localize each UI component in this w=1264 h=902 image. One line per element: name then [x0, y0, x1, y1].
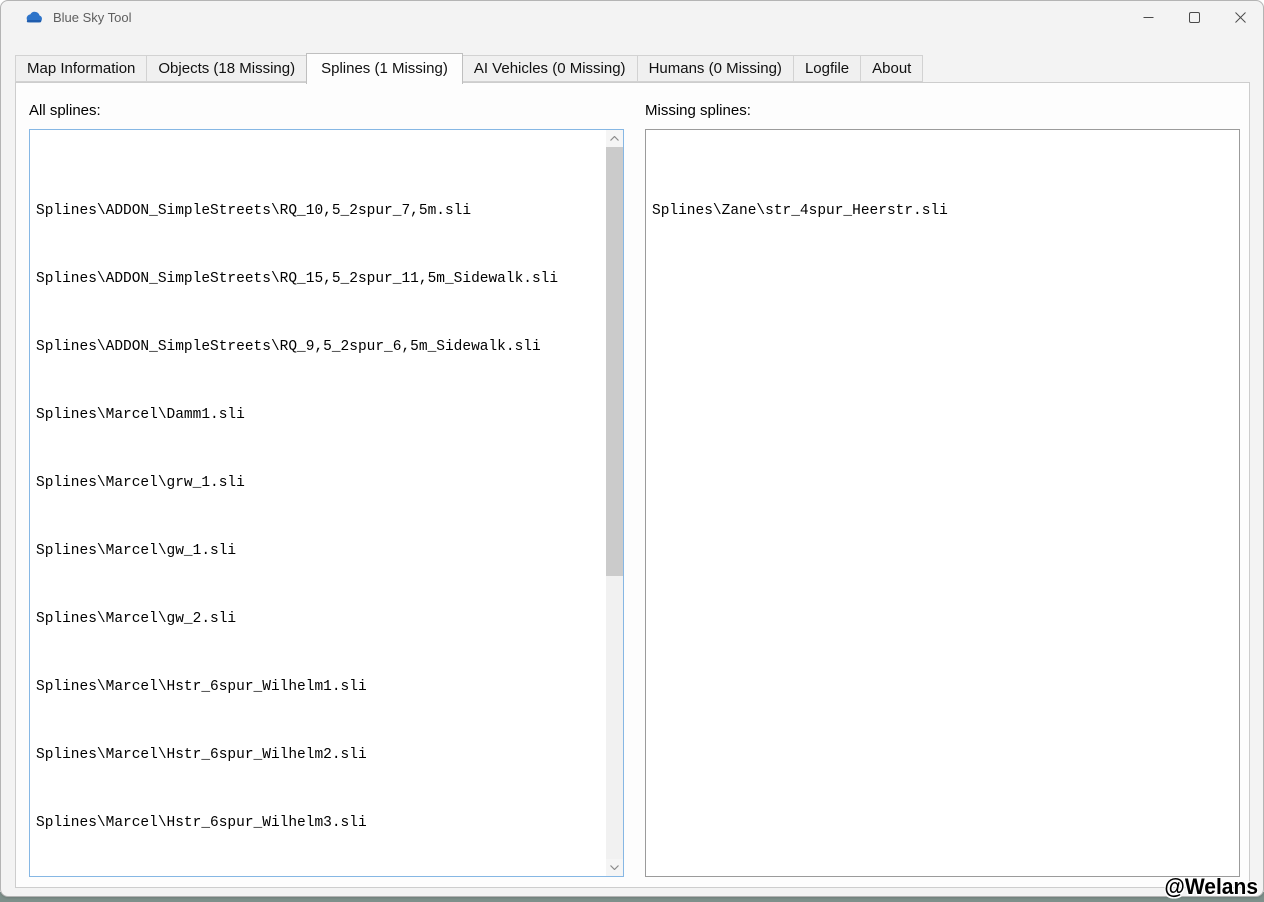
- cloud-app-icon: [26, 11, 42, 23]
- maximize-icon: [1188, 11, 1200, 23]
- tab-label: Map Information: [27, 60, 136, 77]
- scrollbar-down-button[interactable]: [606, 859, 623, 876]
- chevron-up-icon: [610, 136, 619, 141]
- tab-label: Objects (18 Missing): [158, 60, 296, 77]
- list-item[interactable]: Splines\ADDON_SimpleStreets\RQ_15,5_2spu…: [36, 271, 606, 288]
- all-splines-items: Splines\ADDON_SimpleStreets\RQ_10,5_2spu…: [30, 130, 606, 876]
- watermark: @Welans: [1164, 875, 1258, 900]
- minimize-button[interactable]: [1125, 1, 1171, 33]
- list-item[interactable]: Splines\Marcel\Hstr_6spur_Wilhelm2.sli: [36, 747, 606, 764]
- tab-label: AI Vehicles (0 Missing): [473, 60, 626, 77]
- tab-label: About: [872, 60, 912, 77]
- tab-logfile[interactable]: Logfile: [792, 55, 862, 82]
- all-splines-list[interactable]: Splines\ADDON_SimpleStreets\RQ_10,5_2spu…: [29, 129, 624, 877]
- missing-splines-label: Missing splines:: [645, 102, 751, 119]
- window-title: Blue Sky Tool: [53, 9, 132, 25]
- list-item[interactable]: Splines\ADDON_SimpleStreets\RQ_10,5_2spu…: [36, 203, 606, 220]
- all-splines-label: All splines:: [29, 102, 101, 119]
- tab-label: Logfile: [804, 60, 850, 77]
- scrollbar-thumb[interactable]: [606, 147, 623, 576]
- tab-label: Splines (1 Missing): [321, 59, 448, 77]
- list-item[interactable]: Splines\Zane\str_4spur_Heerstr.sli: [652, 203, 1239, 220]
- tab-page-splines: All splines: Splines\ADDON_SimpleStreets…: [15, 82, 1250, 888]
- tab-bar: Map Information Objects (18 Missing) Spl…: [15, 53, 924, 84]
- missing-splines-items: Splines\Zane\str_4spur_Heerstr.sli: [646, 130, 1239, 876]
- list-item[interactable]: Splines\Marcel\Hstr_6spur_Wilhelm1.sli: [36, 679, 606, 696]
- vertical-scrollbar[interactable]: [606, 130, 623, 876]
- list-item[interactable]: Splines\Marcel\Damm1.sli: [36, 407, 606, 424]
- tab-ai-vehicles[interactable]: AI Vehicles (0 Missing): [461, 55, 638, 82]
- tab-about[interactable]: About: [860, 55, 924, 82]
- titlebar: Blue Sky Tool: [1, 1, 1263, 33]
- list-item[interactable]: Splines\Marcel\gw_1.sli: [36, 543, 606, 560]
- app-window: Blue Sky Tool Map Information Objects (1…: [0, 0, 1264, 897]
- list-item[interactable]: Splines\Marcel\Hstr_6spur_Wilhelm3.sli: [36, 815, 606, 832]
- close-icon: [1234, 11, 1246, 23]
- missing-splines-list[interactable]: Splines\Zane\str_4spur_Heerstr.sli: [645, 129, 1240, 877]
- minimize-icon: [1143, 16, 1153, 18]
- maximize-button[interactable]: [1171, 1, 1217, 33]
- tab-label: Humans (0 Missing): [648, 60, 782, 77]
- tab-map-information[interactable]: Map Information: [15, 55, 148, 82]
- window-controls: [1125, 1, 1263, 33]
- list-item[interactable]: Splines\Marcel\grw_1.sli: [36, 475, 606, 492]
- scrollbar-up-button[interactable]: [606, 130, 623, 147]
- list-item[interactable]: Splines\Marcel\gw_2.sli: [36, 611, 606, 628]
- chevron-down-icon: [610, 865, 619, 870]
- close-button[interactable]: [1217, 1, 1263, 33]
- list-item[interactable]: Splines\ADDON_SimpleStreets\RQ_9,5_2spur…: [36, 339, 606, 356]
- tab-humans[interactable]: Humans (0 Missing): [636, 55, 794, 82]
- tab-objects[interactable]: Objects (18 Missing): [146, 55, 308, 82]
- tab-splines[interactable]: Splines (1 Missing): [306, 53, 463, 84]
